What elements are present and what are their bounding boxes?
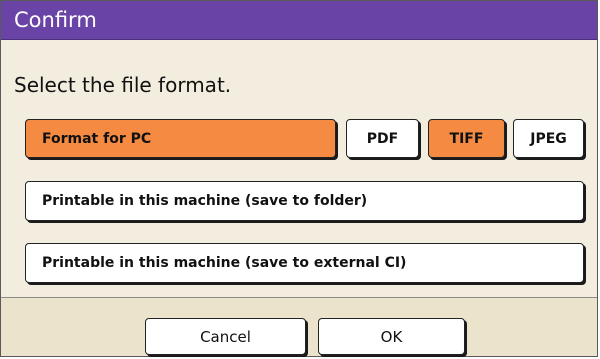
cancel-button[interactable]: Cancel xyxy=(145,318,306,355)
ok-button[interactable]: OK xyxy=(318,318,465,355)
printable-save-to-folder-button[interactable]: Printable in this machine (save to folde… xyxy=(25,181,584,221)
format-for-pc-button[interactable]: Format for PC xyxy=(25,119,336,158)
format-jpeg-button[interactable]: JPEG xyxy=(513,119,584,158)
format-tiff-button[interactable]: TIFF xyxy=(428,119,505,158)
dialog-title: Confirm xyxy=(1,1,597,40)
printable-save-to-external-button[interactable]: Printable in this machine (save to exter… xyxy=(25,243,584,283)
format-pdf-button[interactable]: PDF xyxy=(346,119,419,158)
dialog-footer: Cancel OK xyxy=(1,298,597,356)
prompt-text: Select the file format. xyxy=(14,73,232,97)
confirm-dialog: Confirm Select the file format. Format f… xyxy=(0,0,598,357)
